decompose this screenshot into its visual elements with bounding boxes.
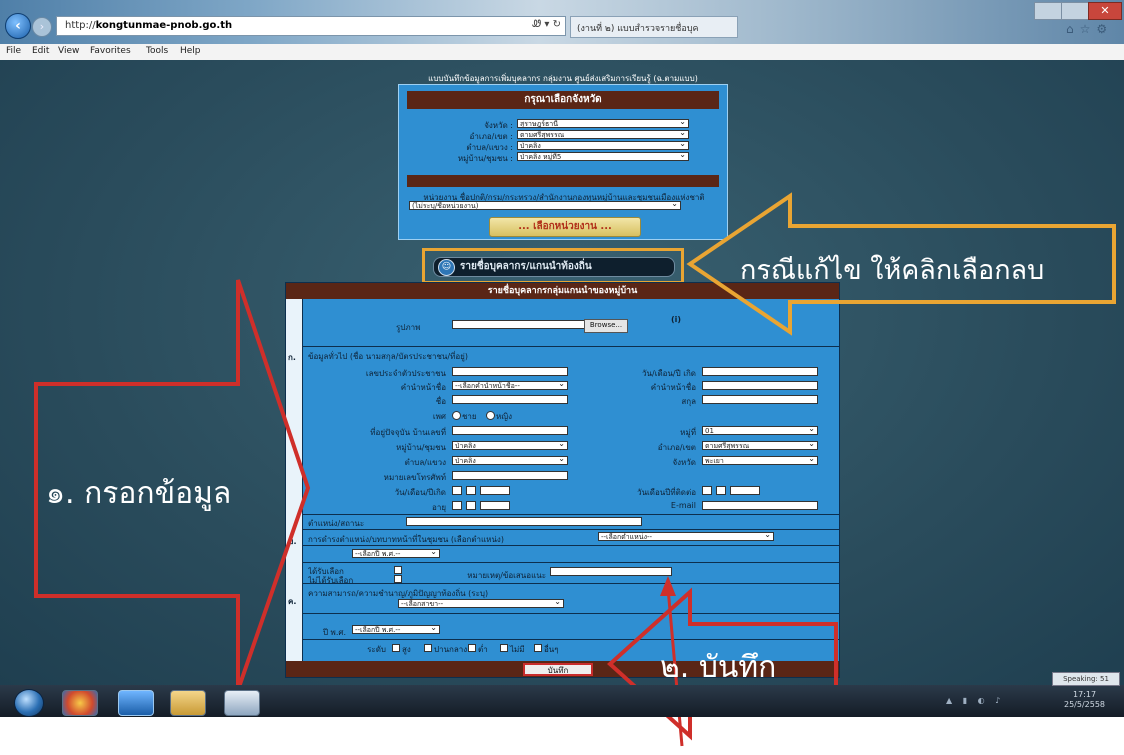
save-caption: ๒. บันทึก xyxy=(660,650,777,685)
save-pointer-head xyxy=(660,576,676,596)
clock-time: 17:17 xyxy=(1072,690,1097,699)
edit-delete-caption: กรณีแก้ไข ให้คลิกเลือกลบ xyxy=(740,255,1045,286)
annotation-arrows xyxy=(34,192,1116,747)
word-icon[interactable] xyxy=(224,690,260,716)
tray-clock[interactable]: 17:17 25/5/2558 xyxy=(1064,690,1105,710)
folder-icon[interactable] xyxy=(170,690,206,716)
clock-date: 25/5/2558 xyxy=(1064,700,1106,709)
windows-start-icon[interactable] xyxy=(14,689,44,717)
internet-explorer-icon[interactable] xyxy=(118,690,154,716)
tray-badge: Speaking: 51 xyxy=(1052,672,1120,686)
fill-data-caption: ๑. กรอกข้อมูล xyxy=(46,476,232,511)
system-tray-icons[interactable]: ▲ ▮ ◐ ♪ xyxy=(946,696,1004,705)
chrome-icon[interactable] xyxy=(62,690,98,716)
